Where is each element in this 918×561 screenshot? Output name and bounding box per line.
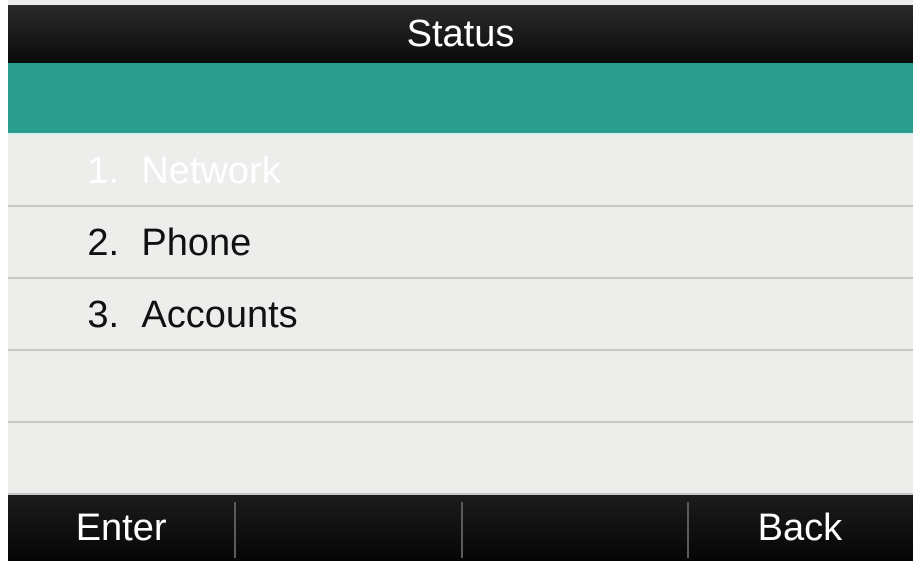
status-menu: 1. Network 2. Phone 3. Accounts	[8, 63, 913, 495]
menu-item-network[interactable]: 1. Network	[8, 63, 913, 192]
softkey-bar: Enter Back	[8, 495, 913, 561]
menu-item-label: Accounts	[141, 294, 298, 336]
empty-menu-row	[8, 423, 913, 495]
menu-item-label: Phone	[141, 222, 252, 264]
menu-item-number: 3.	[87, 294, 120, 336]
softkey-3[interactable]	[460, 495, 687, 561]
menu-item-number: 2.	[87, 222, 120, 264]
softkey-2[interactable]	[234, 495, 460, 561]
phone-screen: Status 1. Network 2. Phone 3. Accounts Ente…	[8, 0, 913, 561]
menu-item-number: 1.	[87, 150, 120, 192]
page-title: Status	[8, 5, 913, 63]
back-softkey[interactable]: Back	[686, 495, 913, 561]
menu-item-label: Network	[141, 150, 281, 192]
empty-menu-row	[8, 351, 913, 423]
enter-softkey[interactable]: Enter	[8, 495, 234, 561]
